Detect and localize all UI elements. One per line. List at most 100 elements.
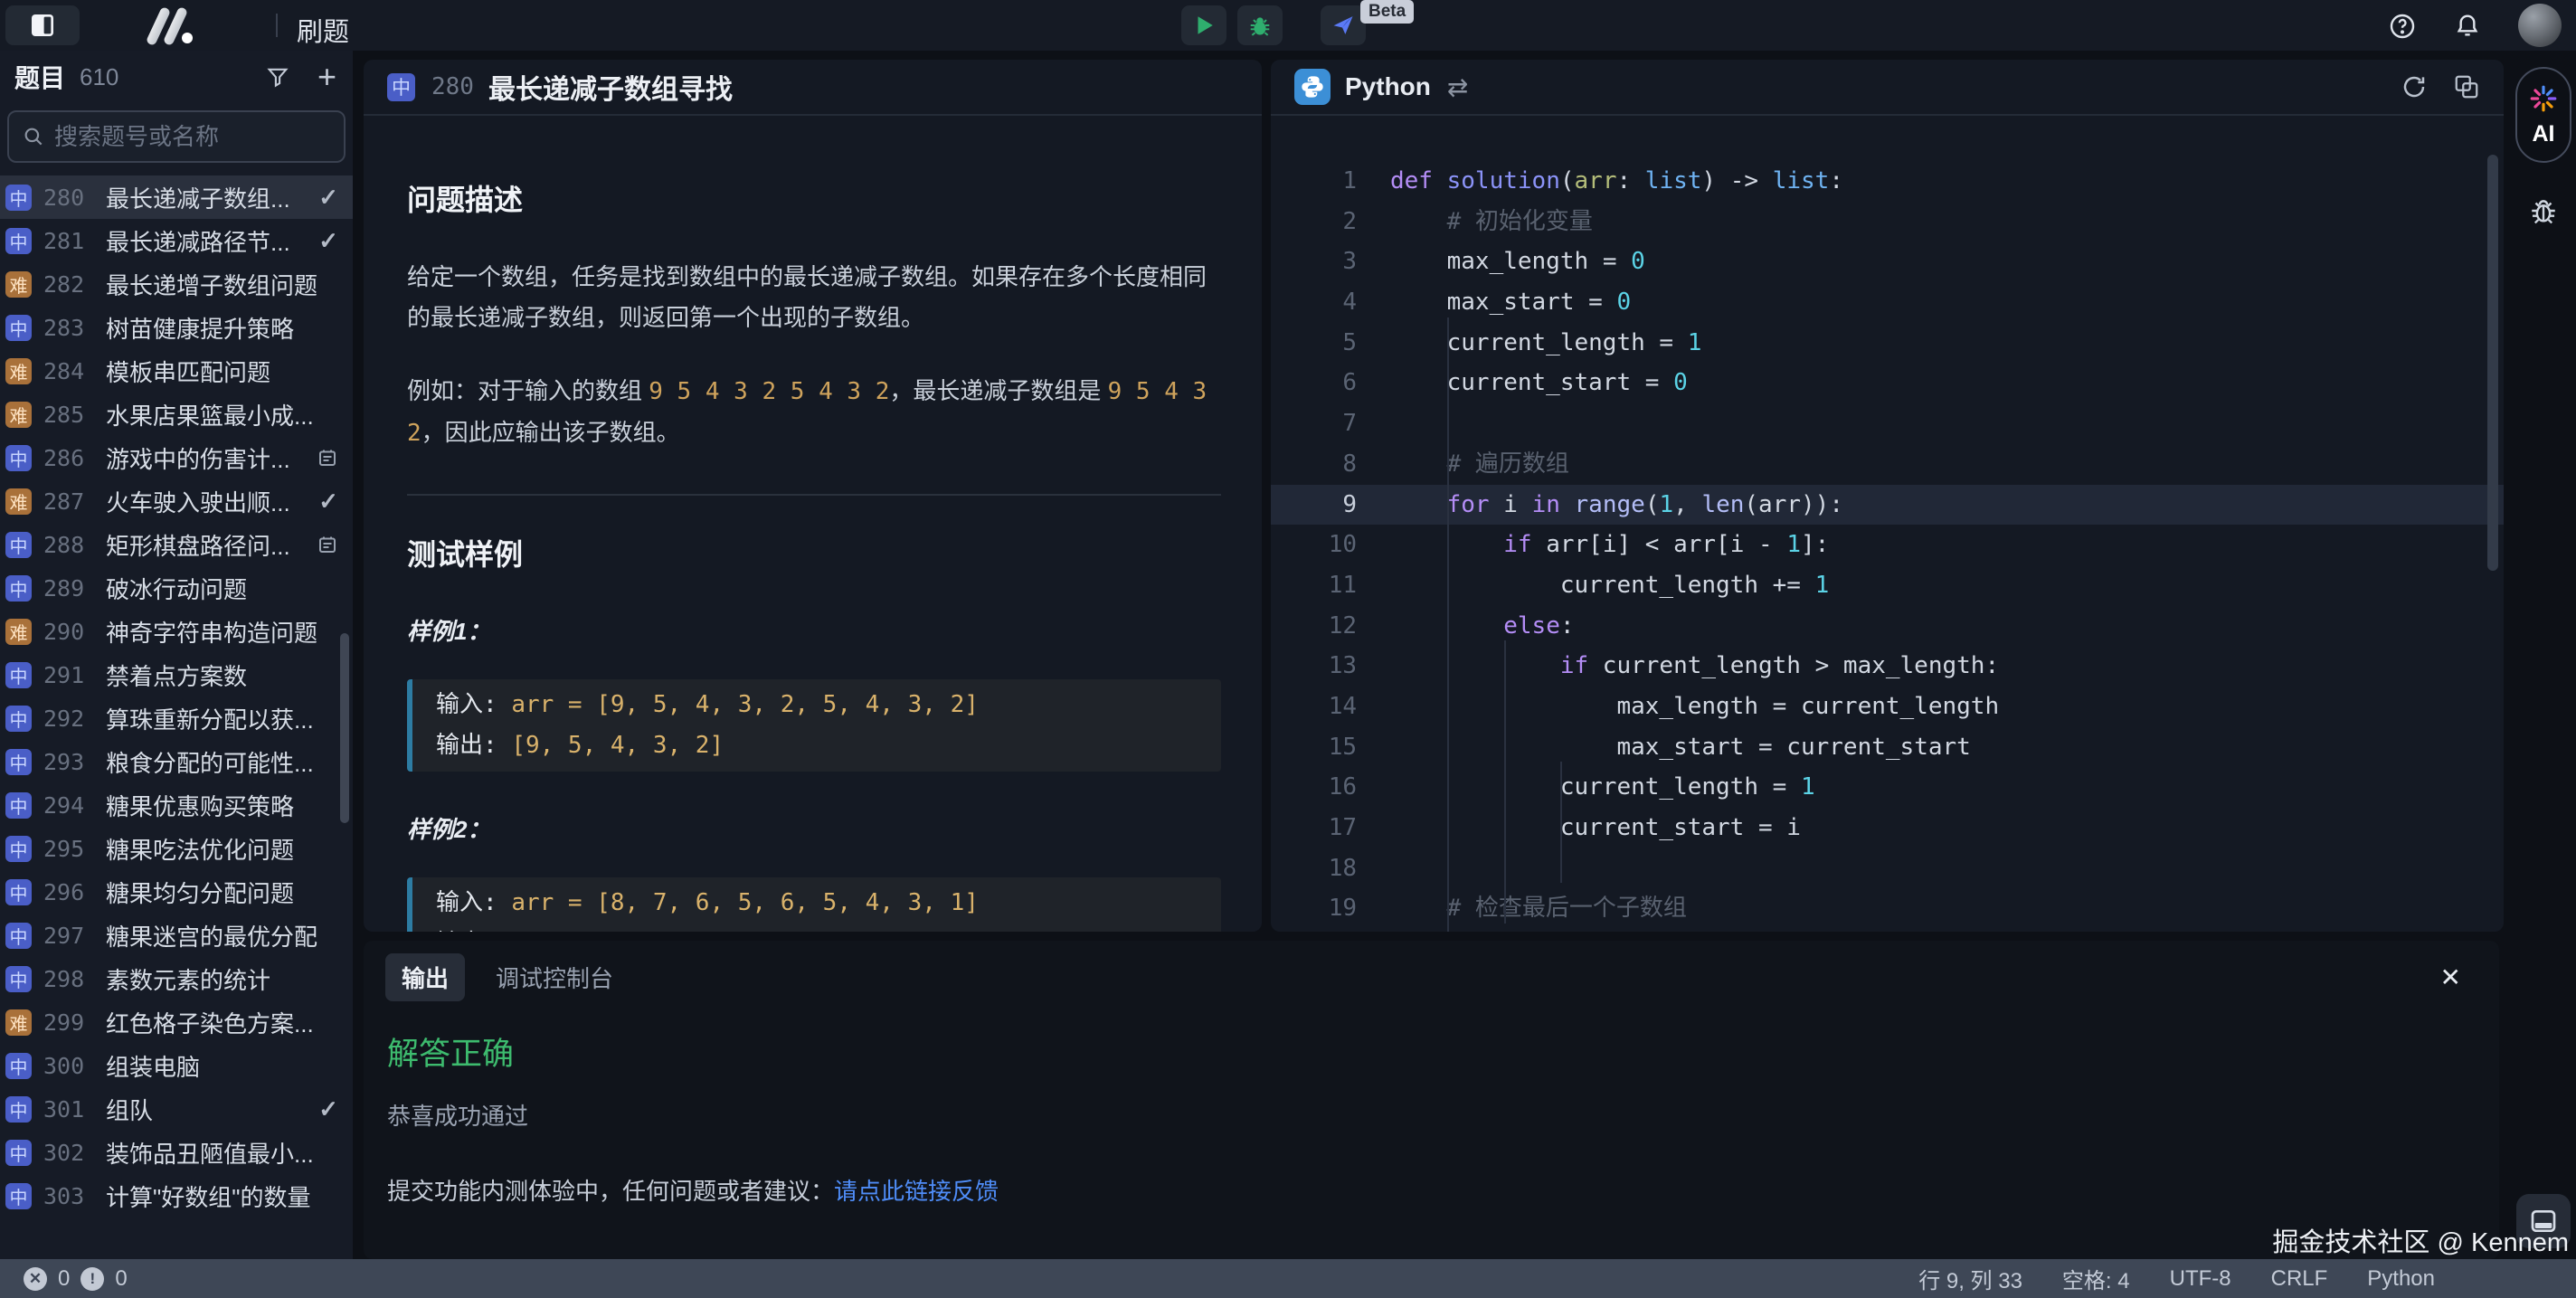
problem-title: 火车驶入驶出顺...: [106, 485, 290, 518]
code-line[interactable]: 5 current_length = 1: [1271, 323, 2504, 364]
close-icon[interactable]: ✕: [2440, 962, 2461, 992]
code-line[interactable]: 10 if arr[i] < arr[i - 1]:: [1271, 525, 2504, 565]
problem-count: 610: [80, 63, 118, 91]
indent-guide: [1560, 762, 1562, 883]
debug-tool-button[interactable]: [2528, 195, 2559, 226]
eol-sequence[interactable]: CRLF: [2271, 1266, 2328, 1292]
problem-list-item[interactable]: 中 301 组队 ✓: [0, 1087, 353, 1131]
problem-list-item[interactable]: 中 289 破冰行动问题: [0, 566, 353, 610]
sidebar-toggle-button[interactable]: [5, 5, 80, 45]
problem-title: 水果店果篮最小成...: [106, 398, 314, 431]
problem-list-item[interactable]: 中 291 禁着点方案数: [0, 653, 353, 696]
code-line[interactable]: 11 current_length += 1: [1271, 565, 2504, 606]
help-button[interactable]: [2388, 12, 2417, 41]
problem-number: 293: [43, 749, 94, 775]
tab-debug-console[interactable]: 调试控制台: [496, 961, 613, 994]
code-line[interactable]: 6 current_start = 0: [1271, 363, 2504, 403]
problem-list-item[interactable]: 中 300 组装电脑: [0, 1044, 353, 1087]
problem-title: 糖果迷宫的最优分配: [106, 919, 317, 952]
indent-guide: [1504, 640, 1506, 924]
run-button[interactable]: [1181, 5, 1226, 45]
problem-number: 290: [43, 619, 94, 645]
problem-list-item[interactable]: 中 283 树苗健康提升策略: [0, 306, 353, 349]
line-number: 16: [1271, 767, 1357, 808]
code-line[interactable]: 1 def solution(arr: list) -> list:: [1271, 161, 2504, 202]
problem-list-item[interactable]: 中 293 粮食分配的可能性...: [0, 740, 353, 783]
search-input[interactable]: [54, 123, 357, 151]
editor-scrollbar[interactable]: [2487, 155, 2498, 571]
problem-id: 280: [431, 73, 474, 100]
editor-header: Python ⇄: [1271, 60, 2504, 116]
problem-list-item[interactable]: 中 281 最长递减路径节... ✓: [0, 219, 353, 262]
search-box[interactable]: [7, 110, 346, 163]
daily-calendar-icon: [317, 447, 338, 469]
problem-list-item[interactable]: 中 294 糖果优惠购买策略: [0, 783, 353, 827]
reset-code-button[interactable]: [2401, 73, 2428, 100]
encoding[interactable]: UTF-8: [2170, 1266, 2231, 1292]
indentation[interactable]: 空格: 4: [2062, 1263, 2130, 1294]
difficulty-badge: 中: [5, 749, 32, 775]
problem-number: 302: [43, 1140, 94, 1166]
code-line[interactable]: 3 max_length = 0: [1271, 242, 2504, 282]
switch-language-icon[interactable]: ⇄: [1447, 72, 1468, 102]
description-paragraph: 给定一个数组，任务是找到数组中的最长递减子数组。如果存在多个长度相同的最长递减子…: [407, 257, 1221, 338]
code-line[interactable]: 13 if current_length > max_length:: [1271, 646, 2504, 687]
code-line[interactable]: 7: [1271, 403, 2504, 444]
problem-number: 295: [43, 836, 94, 862]
problem-list-item[interactable]: 中 286 游戏中的伤害计...: [0, 436, 353, 479]
code-line[interactable]: 18: [1271, 848, 2504, 889]
tab-output[interactable]: 输出: [385, 953, 465, 1001]
problem-list-item[interactable]: 难 290 神奇字符串构造问题: [0, 610, 353, 653]
ai-assistant-button[interactable]: AI: [2515, 67, 2571, 163]
compare-changes-button[interactable]: [2453, 73, 2480, 100]
problems-counters[interactable]: ✕ 0 ! 0: [0, 1266, 128, 1292]
problem-content[interactable]: 问题描述 给定一个数组，任务是找到数组中的最长递减子数组。如果存在多个长度相同的…: [364, 116, 1262, 932]
submit-button[interactable]: [1321, 5, 1366, 45]
sidebar-scrollbar[interactable]: [340, 633, 349, 823]
notifications-button[interactable]: [2453, 12, 2482, 41]
problem-list-item[interactable]: 难 282 最长递增子数组问题: [0, 262, 353, 306]
filter-button[interactable]: [265, 64, 290, 90]
code-line[interactable]: 12 else:: [1271, 606, 2504, 647]
problem-list-item[interactable]: 难 299 红色格子染色方案...: [0, 1000, 353, 1044]
difficulty-badge: 中: [5, 315, 32, 341]
problem-list-item[interactable]: 中 295 糖果吃法优化问题: [0, 827, 353, 870]
cursor-position[interactable]: 行 9, 列 33: [1918, 1263, 2022, 1294]
editor-language: Python: [1345, 72, 1431, 101]
problem-list-item[interactable]: 中 280 最长递减子数组... ✓: [0, 175, 353, 219]
code-line[interactable]: 19 # 检查最后一个子数组: [1271, 888, 2504, 929]
difficulty-badge: 中: [5, 1140, 32, 1166]
problem-list-item[interactable]: 难 285 水果店果篮最小成...: [0, 393, 353, 436]
sample2-block: 输入: arr = [8, 7, 6, 5, 6, 5, 4, 3, 1] 输出…: [407, 877, 1221, 932]
problem-list-item[interactable]: 中 288 矩形棋盘路径问...: [0, 523, 353, 566]
code-line[interactable]: 9 for i in range(1, len(arr)):: [1271, 485, 2504, 526]
problem-title: 素数元素的统计: [106, 962, 270, 996]
problem-title: 组队: [106, 1093, 153, 1126]
debug-run-button[interactable]: [1237, 5, 1283, 45]
code-line[interactable]: 14 max_length = current_length: [1271, 687, 2504, 727]
problem-list-item[interactable]: 中 292 算珠重新分配以获...: [0, 696, 353, 740]
problem-list-item[interactable]: 难 287 火车驶入驶出顺... ✓: [0, 479, 353, 523]
code-line[interactable]: 8 # 遍历数组: [1271, 444, 2504, 485]
problem-number: 287: [43, 488, 94, 515]
problem-list-item[interactable]: 难 284 模板串匹配问题: [0, 349, 353, 393]
problem-list-item[interactable]: 中 302 装饰品丑陋值最小...: [0, 1131, 353, 1174]
code-line[interactable]: 15 max_start = current_start: [1271, 727, 2504, 768]
line-number: 13: [1271, 646, 1357, 687]
app-logo[interactable]: [141, 7, 232, 45]
problem-list-item[interactable]: 中 297 糖果迷宫的最优分配: [0, 914, 353, 957]
difficulty-badge: 中: [5, 706, 32, 732]
top-bar: 刷题 Beta: [0, 0, 2576, 51]
code-line[interactable]: 4 max_start = 0: [1271, 282, 2504, 323]
code-line[interactable]: 16 current_length = 1: [1271, 767, 2504, 808]
code-line[interactable]: 2 # 初始化变量: [1271, 202, 2504, 242]
code-line[interactable]: 17 current_start = i: [1271, 808, 2504, 848]
problem-list-item[interactable]: 中 296 糖果均匀分配问题: [0, 870, 353, 914]
avatar[interactable]: [2518, 4, 2562, 47]
problem-list-item[interactable]: 中 298 素数元素的统计: [0, 957, 353, 1000]
code-editor[interactable]: 1 def solution(arr: list) -> list: 2 # 初…: [1271, 116, 2504, 929]
language-mode[interactable]: Python: [2367, 1266, 2435, 1292]
feedback-link[interactable]: 请点此链接反馈: [834, 1178, 999, 1205]
problem-list-item[interactable]: 中 303 计算"好数组"的数量: [0, 1174, 353, 1217]
add-problem-button[interactable]: +: [317, 63, 336, 90]
